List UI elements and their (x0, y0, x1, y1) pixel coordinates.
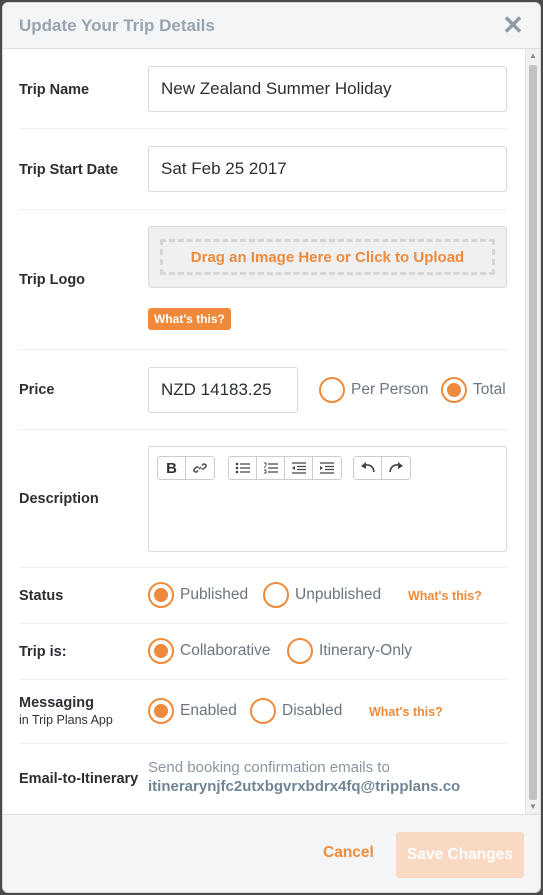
history-toolbar-group (353, 456, 411, 480)
modal-body: Trip Name New Zealand Summer Holiday Tri… (3, 49, 527, 814)
trip-start-date-label: Trip Start Date (19, 162, 119, 178)
collaborative-radio[interactable]: Collaborative (148, 638, 270, 664)
scrollbar-thumb[interactable] (529, 65, 537, 800)
update-trip-modal: Update Your Trip Details ✕ Trip Name New… (2, 2, 541, 893)
email-to-itinerary-row: Email-to-Itinerary Send booking confirma… (19, 744, 507, 814)
redo-icon[interactable] (382, 457, 410, 479)
radio-circle-checked (441, 377, 467, 403)
messaging-row: Messaging in Trip Plans App Enabled Disa… (19, 680, 507, 744)
list-toolbar-group (228, 456, 342, 480)
published-radio[interactable]: Published (148, 582, 248, 608)
status-row: Status Published Unpublished What's this… (19, 568, 507, 624)
bold-icon[interactable]: B (158, 457, 186, 479)
bullet-list-icon[interactable] (229, 457, 257, 479)
scroll-up-arrow-icon[interactable]: ▲ (526, 49, 540, 63)
description-label: Description (19, 491, 99, 507)
published-label: Published (180, 586, 249, 603)
messaging-label-text: Messaging (19, 695, 94, 711)
messaging-help-link[interactable]: What's this? (369, 705, 443, 719)
price-row: Price NZD 14183.25 Per Person Total (19, 350, 507, 430)
radio-circle (263, 582, 289, 608)
description-editor[interactable]: B (148, 446, 507, 552)
close-icon[interactable]: ✕ (500, 12, 526, 38)
trip-is-row: Trip is: Collaborative Itinerary-Only (19, 624, 507, 680)
radio-circle-checked (148, 582, 174, 608)
logo-upload-dropzone[interactable]: Drag an Image Here or Click to Upload (148, 226, 507, 288)
disabled-radio[interactable]: Disabled (250, 698, 342, 724)
trip-logo-row: Trip Logo Drag an Image Here or Click to… (19, 210, 507, 350)
itinerary-only-label: Itinerary-Only (319, 642, 413, 659)
radio-circle-checked (148, 638, 174, 664)
trip-name-input[interactable]: New Zealand Summer Holiday (148, 66, 507, 112)
itinerary-only-radio[interactable]: Itinerary-Only (287, 638, 412, 664)
description-row: Description B (19, 430, 507, 568)
collaborative-label: Collaborative (180, 642, 271, 659)
total-label: Total (473, 381, 506, 398)
link-icon[interactable] (186, 457, 214, 479)
cancel-button[interactable]: Cancel (323, 844, 374, 862)
numbered-list-icon[interactable] (257, 457, 285, 479)
enabled-radio[interactable]: Enabled (148, 698, 237, 724)
per-person-label: Per Person (351, 381, 429, 398)
radio-circle-checked (148, 698, 174, 724)
price-input[interactable]: NZD 14183.25 (148, 367, 298, 413)
status-help-link[interactable]: What's this? (408, 589, 482, 603)
trip-name-label: Trip Name (19, 82, 90, 98)
undo-icon[interactable] (354, 457, 382, 479)
upload-prompt: Drag an Image Here or Click to Upload (160, 239, 495, 275)
messaging-sublabel: in Trip Plans App (19, 713, 113, 727)
unpublished-radio[interactable]: Unpublished (263, 582, 381, 608)
radio-circle (250, 698, 276, 724)
modal-header: Update Your Trip Details ✕ (3, 3, 540, 49)
radio-circle (287, 638, 313, 664)
disabled-label: Disabled (282, 702, 343, 719)
save-changes-button[interactable]: Save Changes (396, 832, 524, 878)
radio-circle (319, 377, 345, 403)
per-person-radio[interactable]: Per Person (319, 377, 429, 403)
indent-icon[interactable] (313, 457, 341, 479)
outdent-icon[interactable] (285, 457, 313, 479)
scrollbar[interactable]: ▲ ▼ (525, 49, 540, 814)
price-label: Price (19, 382, 55, 398)
trip-logo-label: Trip Logo (19, 272, 86, 288)
itinerary-email-address[interactable]: itinerarynjfc2utxbgvrxbdrx4fq@tripplans.… (148, 777, 460, 796)
modal-footer: Cancel Save Changes (3, 814, 540, 892)
trip-is-label: Trip is: (19, 644, 67, 660)
total-radio[interactable]: Total (441, 377, 506, 403)
modal-title: Update Your Trip Details (19, 16, 215, 35)
email-to-itinerary-label: Email-to-Itinerary (19, 771, 139, 787)
status-label: Status (19, 588, 64, 604)
format-toolbar-group: B (157, 456, 215, 480)
trip-start-date-row: Trip Start Date Sat Feb 25 2017 (19, 129, 507, 210)
logo-help-badge[interactable]: What's this? (148, 308, 231, 330)
trip-start-date-input[interactable]: Sat Feb 25 2017 (148, 146, 507, 192)
unpublished-label: Unpublished (295, 586, 382, 603)
email-instructions-text: Send booking confirmation emails to (148, 759, 390, 776)
enabled-label: Enabled (180, 702, 237, 719)
scroll-down-arrow-icon[interactable]: ▼ (526, 800, 540, 814)
email-instructions: Send booking confirmation emails to itin… (148, 758, 460, 796)
messaging-label: Messaging in Trip Plans App (19, 695, 113, 727)
trip-name-row: Trip Name New Zealand Summer Holiday (19, 49, 507, 129)
